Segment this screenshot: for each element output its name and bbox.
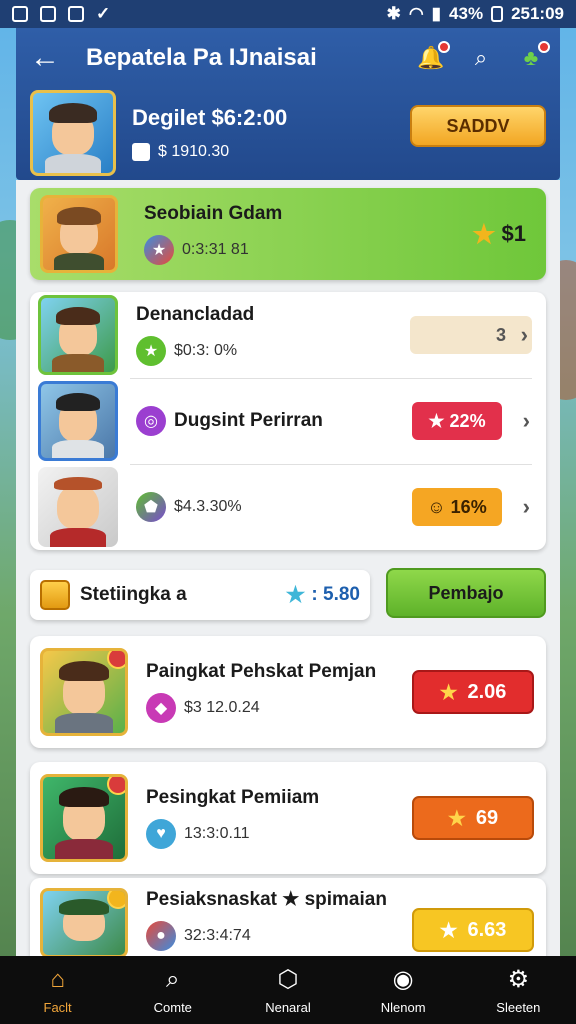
header-action-button[interactable]: SADDV bbox=[410, 105, 546, 147]
percent-badge: ☺ 16% bbox=[412, 488, 502, 526]
rank-badge-icon bbox=[107, 651, 125, 669]
chevron-right-icon: › bbox=[522, 408, 530, 433]
battery-level: 43% bbox=[449, 4, 484, 23]
streak-section: Stetiingka a ★ : 5.80 Pembajo bbox=[30, 568, 546, 622]
star-icon: ★ bbox=[447, 807, 466, 830]
chevron-right-icon: › bbox=[520, 322, 528, 347]
heart-icon: ♥ bbox=[146, 819, 176, 849]
avatar bbox=[40, 888, 128, 958]
gear-icon: ⚙ bbox=[507, 966, 530, 993]
streak-box: Stetiingka a ★ : 5.80 bbox=[30, 570, 370, 620]
rank-title: Pesiaksnaskat ★ spimaian bbox=[146, 889, 387, 910]
rank-card[interactable]: Paingkat Pehskat Pemjan ◆ $3 12.0.24 ★ 2… bbox=[30, 636, 546, 748]
list-item[interactable]: ◎ Dugsint Perirran ★ 22% › bbox=[30, 378, 546, 464]
signal-icon: ▮ bbox=[431, 4, 442, 23]
avatar bbox=[38, 467, 118, 547]
search-icon[interactable]: ⌕ bbox=[466, 43, 496, 73]
shield-icon: ⬟ bbox=[136, 492, 166, 522]
balance-label: Degilet $6:2:00 bbox=[132, 105, 288, 130]
page-title: Bepatela Pa IJnaisai bbox=[86, 44, 317, 71]
clock: 251:09 bbox=[511, 4, 564, 23]
list-item[interactable]: ⬟ $4.3.30% ☺ 16% › bbox=[30, 464, 546, 550]
rank-title: Paingkat Pehskat Pemjan bbox=[146, 661, 377, 682]
nav-item-settings[interactable]: ⚙ Sleeten bbox=[468, 966, 568, 1015]
star-icon: ★ bbox=[472, 218, 496, 249]
avatar bbox=[38, 295, 118, 375]
streak-value: : 5.80 bbox=[311, 584, 360, 605]
row-sub: $0:3: 0% bbox=[174, 342, 238, 359]
battery-icon bbox=[491, 6, 504, 22]
rank-card[interactable]: Pesiaksnaskat ★ spimaian ● 32:3:4:74 ★ 6… bbox=[30, 878, 546, 958]
list-item[interactable]: Denancladad ★ $0:3: 0% 3 › bbox=[30, 292, 546, 378]
row-title: Dugsint Perirran bbox=[174, 410, 323, 431]
notification-icon bbox=[40, 6, 56, 22]
leaf-icon[interactable]: ♣ bbox=[516, 41, 550, 73]
phone-icon bbox=[12, 6, 28, 22]
balance-sub: $ 1910.30 bbox=[158, 143, 230, 160]
back-button[interactable]: ← bbox=[30, 41, 64, 75]
bluetooth-icon: ✱ bbox=[386, 4, 401, 23]
bottom-nav: ⌂ Faclt ⌕ Comte ⬡ Nenaral ◉ Nlenom ⚙ Sle… bbox=[0, 956, 576, 1024]
featured-value: $1 bbox=[501, 221, 526, 246]
nav-item-box[interactable]: ⬡ Nenaral bbox=[238, 966, 338, 1015]
app-header: ← Bepatela Pa IJnaisai 🔔 ⌕ ♣ Degilet $6:… bbox=[16, 28, 560, 180]
avatar bbox=[40, 195, 118, 273]
avatar bbox=[38, 381, 118, 461]
content-panel: Seobiain Gdam ★ 0:3:31 81 ★ $1 Denanclad… bbox=[16, 180, 560, 958]
calendar-icon bbox=[132, 143, 150, 161]
star-icon: ★ bbox=[136, 336, 166, 366]
rank-card[interactable]: Pesingkat Pemiiam ♥ 13:3:0.11 ★ 69 bbox=[30, 762, 546, 874]
store-icon: ◉ bbox=[392, 966, 414, 993]
nav-item-search[interactable]: ⌕ Comte bbox=[123, 966, 223, 1015]
wifi-icon: ◠ bbox=[408, 4, 424, 23]
percent-badge: ★ 22% bbox=[412, 402, 502, 440]
rank-badge-icon bbox=[107, 777, 125, 795]
gift-icon bbox=[40, 580, 70, 610]
bell-icon[interactable]: 🔔 bbox=[416, 41, 450, 73]
check-icon: ✓ bbox=[96, 4, 111, 23]
home-icon: ⌂ bbox=[50, 965, 65, 993]
row-badge: 3 bbox=[410, 316, 532, 354]
rank-title: Pesingkat Pemiiam bbox=[146, 787, 320, 808]
target-icon: ◎ bbox=[136, 406, 166, 436]
rank-sub: $3 12.0.24 bbox=[184, 699, 260, 716]
ball-icon: ● bbox=[146, 921, 176, 951]
rank-button[interactable]: ★ 2.06 bbox=[412, 670, 534, 714]
star-badge-icon: ★ bbox=[144, 235, 174, 265]
row-title: Denancladad bbox=[136, 304, 255, 325]
rank-sub: 32:3:4:74 bbox=[184, 927, 251, 944]
row-sub: $4.3.30% bbox=[174, 498, 242, 515]
status-bar: ✓ ✱ ◠ ▮ 43% 251:09 bbox=[0, 0, 576, 28]
search-icon: ⌕ bbox=[166, 965, 180, 993]
rank-badge-icon bbox=[107, 891, 125, 909]
chevron-right-icon: › bbox=[522, 494, 530, 519]
featured-sub: 0:3:31 81 bbox=[182, 241, 249, 258]
nav-item-store[interactable]: ◉ Nlenom bbox=[353, 966, 453, 1015]
app-icon bbox=[68, 6, 84, 22]
rank-sub: 13:3:0.11 bbox=[184, 825, 250, 842]
rank-button[interactable]: ★ 6.63 bbox=[412, 908, 534, 952]
box-icon: ⬡ bbox=[277, 966, 299, 993]
star-icon: ★ bbox=[439, 919, 458, 942]
streak-label: Stetiingka a bbox=[80, 584, 187, 605]
star-icon: ★ bbox=[285, 582, 306, 607]
avatar bbox=[40, 648, 128, 736]
rank-button[interactable]: ★ 69 bbox=[412, 796, 534, 840]
gem-icon: ◆ bbox=[146, 693, 176, 723]
streak-button[interactable]: Pembajo bbox=[386, 568, 546, 618]
nav-item-home[interactable]: ⌂ Faclt bbox=[8, 966, 108, 1015]
featured-title: Seobiain Gdam bbox=[144, 203, 283, 224]
rewards-group: Denancladad ★ $0:3: 0% 3 › ◎ Dugsint Per… bbox=[30, 292, 546, 550]
featured-card[interactable]: Seobiain Gdam ★ 0:3:31 81 ★ $1 bbox=[30, 188, 546, 280]
avatar[interactable] bbox=[30, 90, 116, 176]
star-icon: ★ bbox=[439, 681, 458, 704]
avatar bbox=[40, 774, 128, 862]
